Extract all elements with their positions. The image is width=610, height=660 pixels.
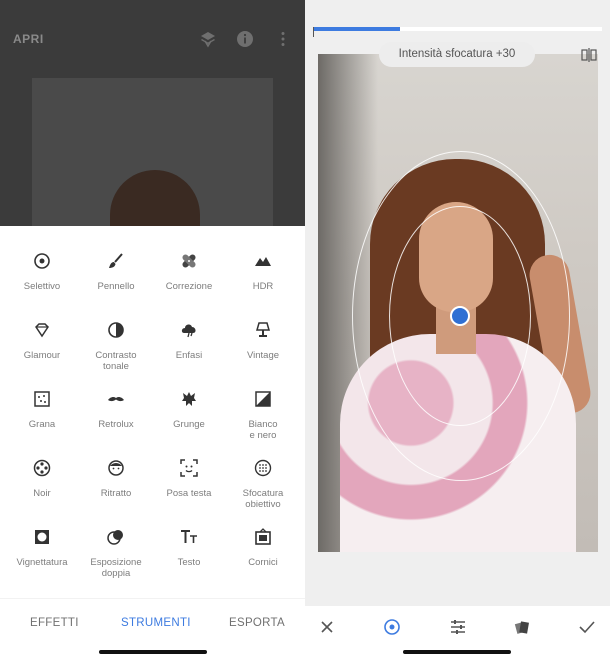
tool-hdr[interactable]: HDR (225, 226, 301, 292)
tool-label: Vignettatura (16, 557, 68, 568)
compare-icon[interactable] (581, 47, 597, 63)
tool-vintage[interactable]: Vintage (225, 295, 301, 361)
mountains-icon (255, 257, 271, 266)
face-icon (108, 460, 124, 476)
target-icon (34, 253, 50, 269)
tool-retrolux[interactable]: Retrolux (78, 364, 154, 430)
tab-strumenti[interactable]: STRUMENTI (121, 617, 191, 629)
info-icon[interactable] (236, 30, 254, 48)
tool-label: Vintage (246, 350, 280, 361)
tool-grunge[interactable]: Grunge (151, 364, 227, 430)
tool-contrasto-tonale[interactable]: Contrasto tonale (78, 295, 154, 372)
tool-label: Selettivo (23, 281, 61, 292)
tool-label: HDR (252, 281, 274, 292)
text-icon (181, 530, 197, 543)
tool-cornici[interactable]: Cornici (225, 502, 301, 568)
vignette-icon (35, 530, 49, 544)
editor-header: APRI (0, 0, 305, 78)
grunge-icon (182, 392, 196, 406)
tool-esposizione-doppia[interactable]: Esposizione doppia (78, 502, 154, 579)
tool-label: Cornici (248, 557, 278, 568)
lamp-icon (256, 322, 270, 337)
more-vertical-icon[interactable] (274, 30, 292, 48)
tool-label: Testo (177, 557, 201, 568)
grain-icon (34, 391, 50, 407)
tool-label: Grunge (173, 419, 205, 430)
photo-canvas[interactable] (318, 54, 598, 552)
tool-label: Retrolux (98, 419, 134, 430)
double-exposure-icon (107, 530, 123, 545)
diamond-icon (35, 323, 49, 338)
check-icon[interactable] (578, 618, 596, 636)
tool-noir[interactable]: Noir (4, 433, 80, 499)
tool-enfasi[interactable]: Enfasi (151, 295, 227, 361)
progress-start-marker (313, 27, 314, 37)
tab-esporta[interactable]: ESPORTA (229, 617, 285, 629)
target-icon[interactable] (383, 618, 401, 636)
tools-screen: APRI Selettivo Pennello Correzione HDR G… (0, 0, 305, 660)
cloud-icon (181, 324, 196, 338)
tool-ritratto[interactable]: Ritratto (78, 433, 154, 499)
tool-pennello[interactable]: Pennello (78, 226, 154, 292)
style-icon[interactable] (513, 618, 531, 636)
dimmed-editor-background: APRI (0, 0, 305, 226)
face-frame-icon (180, 459, 198, 477)
tool-testo[interactable]: Testo (151, 502, 227, 568)
film-reel-icon (33, 459, 51, 477)
tool-label: Glamour (23, 350, 61, 361)
tool-posa-testa[interactable]: Posa testa (151, 433, 227, 499)
tool-selettivo[interactable]: Selettivo (4, 226, 80, 292)
tool-label: Correzione (165, 281, 213, 292)
bottom-tab-bar: EFFETTI STRUMENTI ESPORTA (0, 598, 305, 660)
selective-edit-screen: Intensità sfocatura +30 (305, 0, 610, 660)
tool-sfocatura-obiettivo[interactable]: Sfocatura obiettivo (225, 433, 301, 510)
tool-label: Esposizione doppia (90, 557, 142, 579)
half-circle-icon (108, 322, 124, 338)
black-white-icon (255, 391, 271, 407)
edit-toolbar (305, 606, 610, 660)
tool-grana[interactable]: Grana (4, 364, 80, 430)
tool-label: Noir (33, 488, 51, 499)
tool-bianco-e-nero[interactable]: Bianco e nero (225, 364, 301, 441)
adjustment-value-label: Intensità sfocatura +30 (379, 42, 535, 67)
tool-label: Enfasi (175, 350, 203, 361)
tool-label: Pennello (97, 281, 135, 292)
tool-glamour[interactable]: Glamour (4, 295, 80, 361)
frame-icon (255, 528, 271, 545)
tool-correzione[interactable]: Correzione (151, 226, 227, 292)
tab-effetti[interactable]: EFFETTI (30, 617, 79, 629)
open-button[interactable]: APRI (13, 32, 44, 46)
home-indicator (403, 650, 511, 654)
moustache-icon (108, 396, 124, 402)
home-indicator (99, 650, 207, 654)
tool-label: Posa testa (166, 488, 212, 499)
bandage-icon (182, 254, 196, 268)
close-icon[interactable] (318, 618, 336, 636)
photo-preview (32, 78, 273, 226)
sliders-icon[interactable] (449, 618, 467, 636)
adjustment-progress-bar[interactable] (313, 27, 602, 31)
layers-icon[interactable] (199, 30, 217, 48)
adjustment-progress-fill (313, 27, 400, 31)
lens-blur-icon (254, 459, 272, 477)
tool-vignettatura[interactable]: Vignettatura (4, 502, 80, 568)
tools-grid: Selettivo Pennello Correzione HDR Glamou… (0, 226, 305, 601)
tool-label: Ritratto (100, 488, 132, 499)
photo-subject (110, 170, 200, 226)
brush-icon (109, 253, 123, 268)
blur-center-pin[interactable] (450, 306, 470, 326)
tool-label: Grana (28, 419, 56, 430)
